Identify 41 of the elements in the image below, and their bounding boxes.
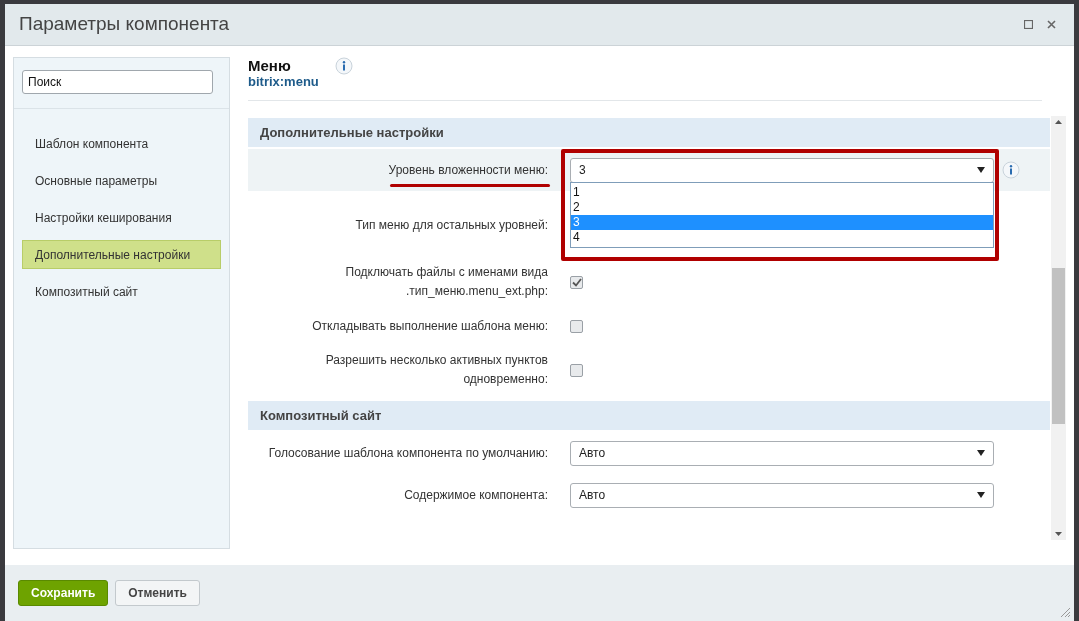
sidebar-item[interactable]: Основные параметры — [22, 166, 221, 195]
select-field[interactable]: 3 — [570, 157, 994, 183]
component-name: Меню — [248, 57, 292, 74]
sidebar-item[interactable]: Настройки кеширования — [22, 203, 221, 232]
close-icon[interactable] — [1047, 20, 1056, 29]
cancel-button[interactable]: Отменить — [115, 580, 200, 606]
sidebar-item[interactable]: Дополнительные настройки — [22, 240, 221, 269]
select-field[interactable]: Авто — [570, 482, 994, 508]
field-label: Подключать файлы с именами вида .тип_меню.menu_ext.php: — [344, 264, 548, 300]
info-icon[interactable] — [334, 57, 353, 75]
maximize-icon[interactable] — [1024, 20, 1033, 29]
checkbox[interactable] — [570, 319, 583, 333]
checkmark-icon — [571, 277, 582, 287]
field-label: Тип меню для остальных уровней: — [354, 216, 548, 234]
caret-icon — [977, 450, 985, 456]
resize-grip-icon[interactable] — [1061, 608, 1070, 617]
checkbox[interactable] — [570, 363, 583, 377]
checkbox[interactable] — [570, 275, 583, 289]
window-title: Параметры компонента — [19, 12, 230, 37]
field-label: Голосование шаблона компонента по умолчанию: — [267, 444, 548, 462]
scroll-up-icon[interactable] — [1055, 120, 1062, 124]
field-label: Откладывать выполнение шаблона меню: — [311, 317, 548, 335]
scroll-down-icon[interactable] — [1055, 532, 1062, 536]
dropdown-option[interactable]: 2 — [571, 199, 993, 215]
section-header: Композитный сайт — [248, 401, 1050, 430]
section-header: Дополнительные настройки — [248, 118, 1050, 147]
field-label: Уровень вложенности меню: — [387, 161, 548, 179]
sidebar-item[interactable]: Композитный сайт — [22, 277, 221, 306]
caret-icon — [977, 492, 985, 498]
select-field[interactable]: Авто — [570, 440, 994, 466]
search-field[interactable]: Поиск — [22, 70, 213, 94]
dropdown-option[interactable]: 1 — [571, 184, 993, 200]
info-icon[interactable] — [1002, 161, 1020, 179]
sidebar-item[interactable]: Шаблон компонента — [22, 129, 221, 158]
dropdown-option[interactable]: 4 — [571, 229, 993, 245]
scrollbar[interactable] — [1051, 116, 1066, 540]
field-label: Содержимое компонента: — [403, 486, 548, 504]
caret-icon — [977, 167, 985, 173]
field-label: Разрешить несколько активных пунктов одновременно: — [324, 352, 548, 388]
scroll-thumb[interactable] — [1052, 268, 1065, 424]
component-code: bitrix:menu — [248, 74, 319, 90]
